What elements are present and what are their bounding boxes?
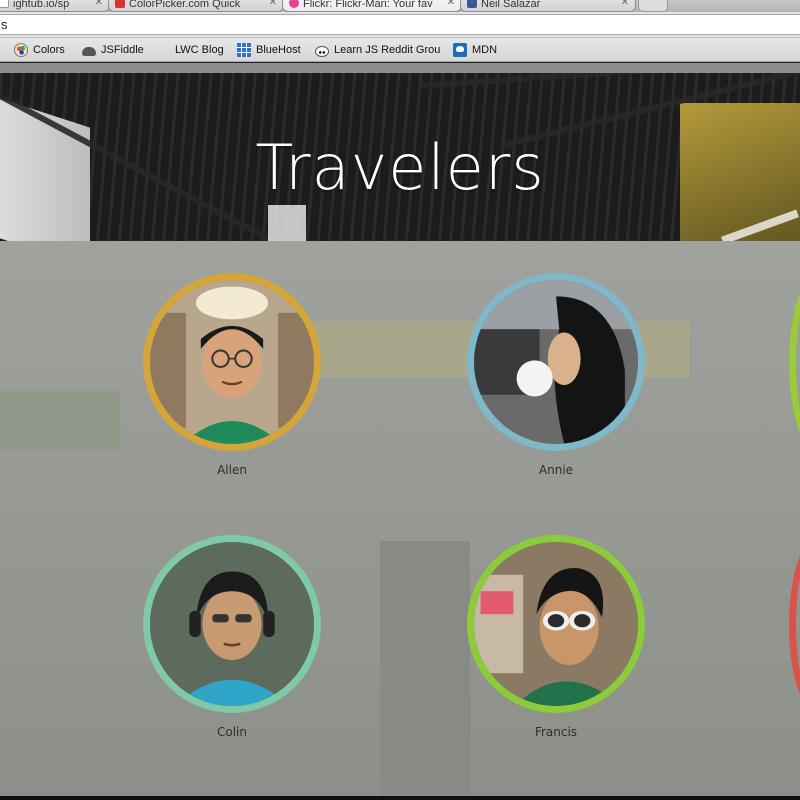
- mdn-icon: [453, 43, 467, 57]
- avatar[interactable]: [467, 273, 645, 451]
- close-tab-icon[interactable]: ✕: [269, 0, 277, 8]
- bookmark-mdn[interactable]: MDN: [453, 42, 497, 58]
- bookmarks-bar: Colors JSFiddle LWC Blog BlueHost Learn …: [0, 38, 800, 62]
- toolbar: s: [0, 12, 800, 38]
- address-text: s: [1, 17, 8, 32]
- browser-tab[interactable]: ightub.io/sp ✕: [0, 0, 110, 12]
- close-tab-icon[interactable]: ✕: [447, 0, 455, 8]
- avatar[interactable]: [143, 273, 321, 451]
- page-viewport[interactable]: Travelers Allen Annie Colin Francis: [0, 63, 800, 796]
- new-tab-button[interactable]: [638, 0, 668, 12]
- colin-portrait-image: [150, 542, 314, 706]
- traveler-name: Francis: [534, 725, 578, 739]
- cloud-icon: [82, 47, 96, 56]
- content-overlay: [0, 241, 800, 796]
- station-background: [0, 241, 800, 796]
- bookmark-label: Learn JS Reddit Grou: [334, 44, 441, 56]
- tab-label: Neil Salazar: [481, 0, 541, 10]
- tab-strip: ightub.io/sp ✕ ColorPicker.com Quick ✕ F…: [0, 0, 800, 12]
- traveler-card-allen[interactable]: Allen: [142, 273, 322, 477]
- traveler-card-annie[interactable]: Annie: [466, 273, 646, 477]
- bookmark-label: LWC Blog: [175, 44, 224, 56]
- page-title: Travelers: [255, 131, 545, 204]
- traveler-card-colin[interactable]: Colin: [142, 535, 322, 739]
- bookmark-bluehost[interactable]: BlueHost: [237, 42, 301, 58]
- reddit-icon: [315, 45, 329, 57]
- avatar[interactable]: [143, 535, 321, 713]
- francis-portrait-image: [474, 542, 638, 706]
- flickr-favicon-icon: [289, 0, 299, 8]
- bookmark-label: BlueHost: [256, 44, 301, 56]
- traveler-name: Annie: [538, 463, 574, 477]
- close-tab-icon[interactable]: ✕: [95, 0, 103, 8]
- bookmark-lwc-blog[interactable]: LWC Blog: [175, 42, 224, 58]
- browser-tab-active[interactable]: Flickr: Flickr-Man: Your fav ✕: [282, 0, 462, 12]
- annie-portrait-image: [474, 280, 638, 444]
- bookmark-learn-js-reddit[interactable]: Learn JS Reddit Grou: [315, 42, 441, 58]
- facebook-favicon-icon: [467, 0, 477, 8]
- bookmark-label: Colors: [33, 44, 65, 56]
- tab-label: ColorPicker.com Quick: [129, 0, 241, 10]
- page-favicon-icon: [0, 0, 9, 8]
- browser-tab[interactable]: Neil Salazar ✕: [460, 0, 636, 12]
- browser-tab[interactable]: ColorPicker.com Quick ✕: [108, 0, 284, 12]
- tab-label: Flickr: Flickr-Man: Your fav: [303, 0, 433, 10]
- close-tab-icon[interactable]: ✕: [621, 0, 629, 8]
- traveler-name: Allen: [217, 463, 247, 477]
- allen-portrait-image: [150, 280, 314, 444]
- colorpicker-favicon-icon: [115, 0, 125, 8]
- bookmark-label: JSFiddle: [101, 44, 144, 56]
- bookmark-jsfiddle[interactable]: JSFiddle: [82, 42, 144, 58]
- traveler-card-francis[interactable]: Francis: [466, 535, 646, 739]
- grid-icon: [237, 43, 251, 57]
- address-bar[interactable]: s: [0, 14, 800, 35]
- window-bottom-edge: [0, 796, 800, 800]
- avatar[interactable]: [467, 535, 645, 713]
- tab-label: ightub.io/sp: [13, 0, 70, 10]
- bookmark-colors[interactable]: Colors: [14, 42, 65, 58]
- traveler-name: Colin: [217, 725, 247, 739]
- ceiling-light: [268, 205, 306, 241]
- palette-icon: [14, 43, 28, 57]
- bookmark-label: MDN: [472, 44, 498, 56]
- hero-banner: Travelers: [0, 73, 800, 241]
